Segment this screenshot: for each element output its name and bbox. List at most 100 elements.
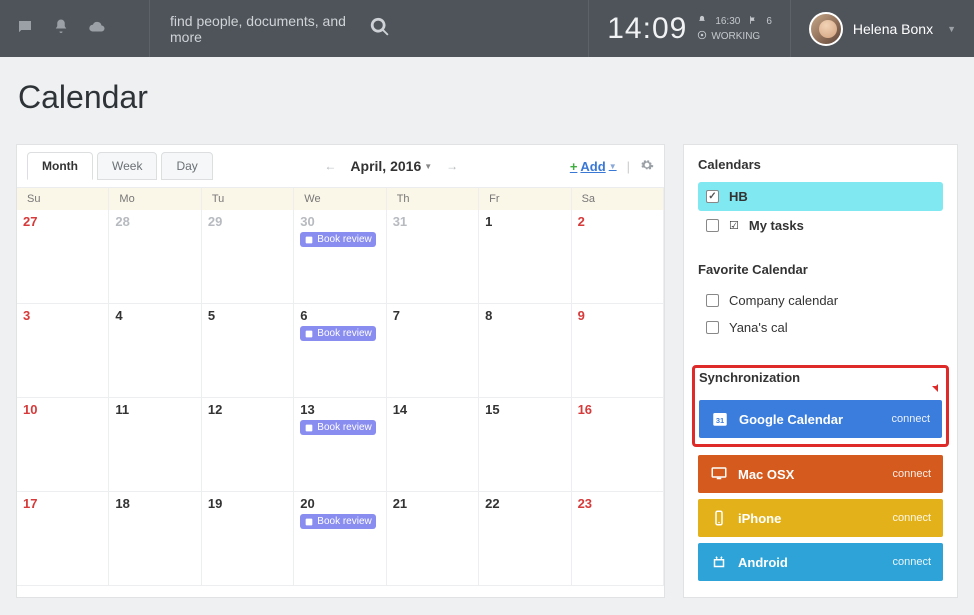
sync-mac[interactable]: Mac OSX connect (698, 455, 943, 493)
calendar-cell[interactable]: 7 (387, 304, 479, 398)
event-chip[interactable]: Book review (300, 420, 375, 435)
chat-icon[interactable] (16, 18, 34, 39)
day-number: 9 (578, 308, 657, 323)
calendar-cell[interactable]: 8 (479, 304, 571, 398)
sync-title: Synchronization (699, 370, 800, 385)
weekday-label: Tu (202, 188, 294, 210)
gear-icon[interactable] (640, 158, 654, 175)
calendar-cell[interactable]: 21 (387, 492, 479, 586)
checkbox-icon[interactable] (706, 321, 719, 334)
day-number: 14 (393, 402, 472, 417)
calendar-cell[interactable]: 27 (17, 210, 109, 304)
avatar (809, 12, 843, 46)
day-number: 27 (23, 214, 102, 229)
event-chip[interactable]: Book review (300, 232, 375, 247)
connect-link[interactable]: connect (892, 556, 931, 568)
calendar-cell[interactable]: 16 (572, 398, 664, 492)
month-label[interactable]: April, 2016 ▼ (350, 158, 432, 174)
tab-month[interactable]: Month (27, 152, 93, 180)
phone-icon (710, 509, 728, 527)
day-number: 19 (208, 496, 287, 511)
connect-link[interactable]: connect (892, 468, 931, 480)
calendar-cell[interactable]: 12 (202, 398, 294, 492)
calendar-cell[interactable]: 17 (17, 492, 109, 586)
calendar-cell[interactable]: 11 (109, 398, 201, 492)
clock-time: 14:09 (607, 12, 687, 46)
calendar-icon: 31 (711, 410, 729, 428)
day-number: 5 (208, 308, 287, 323)
day-number: 28 (115, 214, 194, 229)
calendar-cell[interactable]: 15 (479, 398, 571, 492)
favorite-calendar-item[interactable]: Company calendar (698, 287, 943, 314)
favorite-title: Favorite Calendar (698, 262, 943, 277)
calendar-cell[interactable]: 6Book review (294, 304, 386, 398)
calendar-cell[interactable]: 9 (572, 304, 664, 398)
calendar-cell[interactable]: 5 (202, 304, 294, 398)
arrow-annotation-icon (918, 370, 942, 394)
favorite-calendar-item[interactable]: Yana's cal (698, 314, 943, 341)
user-name: Helena Bonx (853, 21, 933, 37)
calendar-item-mytasks[interactable]: ☑ My tasks (698, 211, 943, 240)
weekday-label: Th (387, 188, 479, 210)
weekday-label: Su (17, 188, 109, 210)
calendar-cell[interactable]: 10 (17, 398, 109, 492)
desktop-icon (710, 465, 728, 483)
weekday-label: Mo (109, 188, 201, 210)
checkbox-icon[interactable] (706, 190, 719, 203)
calendar-cell[interactable]: 19 (202, 492, 294, 586)
user-menu[interactable]: Helena Bonx ▼ (791, 0, 974, 57)
svg-text:31: 31 (716, 416, 724, 425)
calendar-cell[interactable]: 4 (109, 304, 201, 398)
calendar-cell[interactable]: 2 (572, 210, 664, 304)
connect-link[interactable]: connect (892, 512, 931, 524)
calendar-item-hb[interactable]: HB (698, 182, 943, 211)
sync-google[interactable]: 31 Google Calendar connect (699, 400, 942, 438)
day-number: 23 (578, 496, 657, 511)
day-number: 13 (300, 402, 379, 417)
event-chip[interactable]: Book review (300, 514, 375, 529)
calendar-cell[interactable]: 20 Book review (294, 492, 386, 586)
cloud-icon[interactable] (88, 18, 106, 39)
search-icon[interactable] (369, 16, 568, 41)
weekday-header: SuMoTuWeThFrSa (17, 188, 664, 210)
day-number: 20 (300, 496, 379, 511)
calendar-cell[interactable]: 22 (479, 492, 571, 586)
tab-week[interactable]: Week (97, 152, 157, 180)
calendar-cell[interactable]: 28 (109, 210, 201, 304)
calendar-cell[interactable]: 18 (109, 492, 201, 586)
day-number: 10 (23, 402, 102, 417)
day-number: 29 (208, 214, 287, 229)
sync-iphone[interactable]: iPhone connect (698, 499, 943, 537)
chevron-down-icon: ▼ (424, 162, 432, 171)
calendar-cell[interactable]: 14 (387, 398, 479, 492)
calendar-cell[interactable]: 3 (17, 304, 109, 398)
tab-day[interactable]: Day (161, 152, 212, 180)
calendar-cell[interactable]: 29 (202, 210, 294, 304)
calendar-cell[interactable]: 1 (479, 210, 571, 304)
search-placeholder: find people, documents, and more (170, 13, 369, 45)
clock-area: 14:09 16:30 6 WORKING (589, 0, 791, 57)
weekday-label: Sa (572, 188, 664, 210)
next-month[interactable]: → (446, 159, 458, 173)
bell-icon[interactable] (52, 18, 70, 39)
calendar-pane: Month Week Day ← April, 2016 ▼ → + Add ▼… (16, 144, 665, 598)
search-box[interactable]: find people, documents, and more (150, 0, 589, 57)
add-link[interactable]: + Add ▼ (570, 159, 617, 174)
checkbox-icon[interactable] (706, 294, 719, 307)
plus-icon: + (570, 159, 578, 174)
sync-android[interactable]: Android connect (698, 543, 943, 581)
calendar-cell[interactable]: 30Book review (294, 210, 386, 304)
prev-month[interactable]: ← (324, 159, 336, 173)
chevron-down-icon: ▼ (947, 24, 956, 34)
day-number: 31 (393, 214, 472, 229)
calendar-cell[interactable]: 31 (387, 210, 479, 304)
day-number: 2 (578, 214, 657, 229)
sync-highlight: Synchronization 31 Google Calendar conne… (692, 365, 949, 447)
calendar-cell[interactable]: 13 Book review (294, 398, 386, 492)
record-icon (697, 30, 707, 43)
checkbox-icon[interactable] (706, 219, 719, 232)
connect-link[interactable]: connect (891, 413, 930, 425)
calendar-cell[interactable]: 23 (572, 492, 664, 586)
calendar-grid: 27282930Book review31123456Book review78… (17, 210, 664, 586)
event-chip[interactable]: Book review (300, 326, 375, 341)
